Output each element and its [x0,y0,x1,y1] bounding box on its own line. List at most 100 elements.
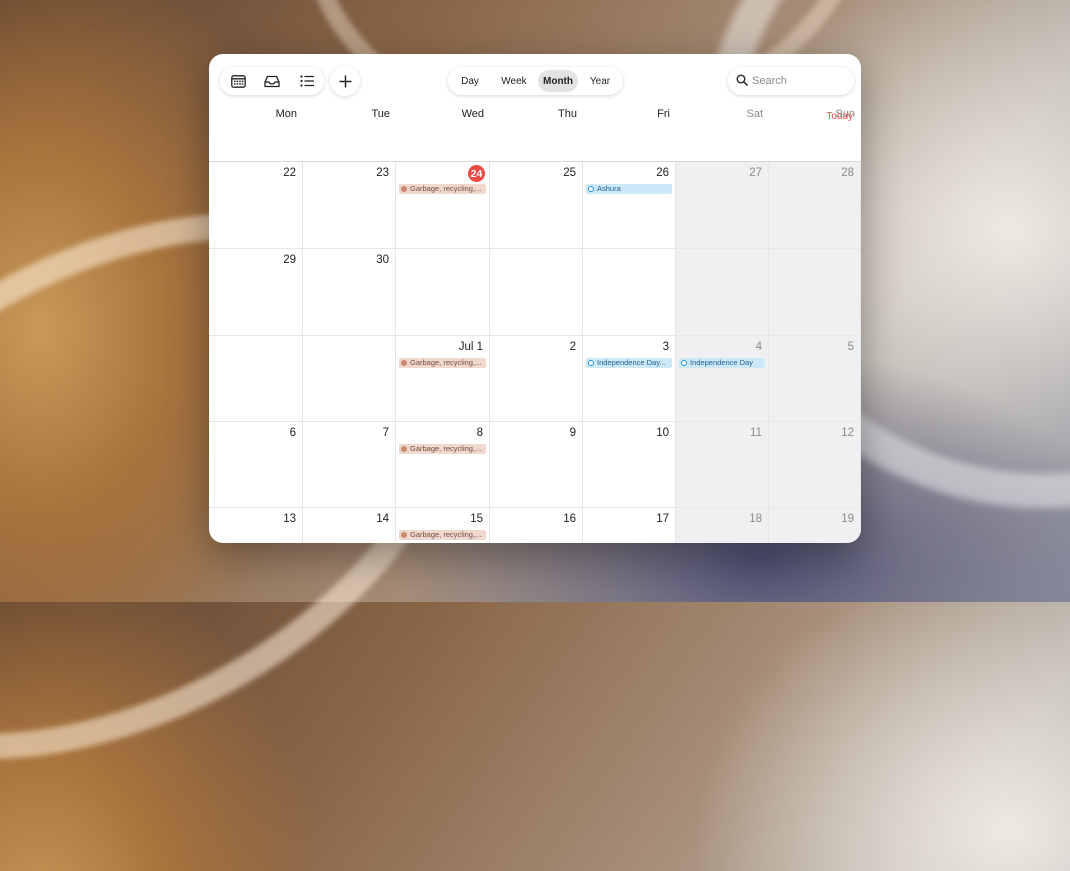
day-cell[interactable]: 7 [303,422,396,508]
calendar-icon [230,75,246,88]
day-cell[interactable]: 17 [583,508,676,543]
date-number: 10 [656,427,669,439]
event-title: Garbage, recycling,... [410,444,482,453]
search-placeholder: Search [752,75,787,87]
day-cell[interactable] [490,249,583,336]
day-cell[interactable]: 15 Garbage, recycling,... [396,508,490,543]
date-number: 9 [569,427,576,439]
day-cell[interactable]: 3 Independence Day... [583,336,676,422]
day-cell[interactable]: 4 Independence Day [676,336,769,422]
calendar-window: Day Week Month Year Search Today Mon Tue W… [209,54,861,543]
holiday-calendar-icon [681,360,687,366]
event-garbage[interactable]: Garbage, recycling,... [399,184,486,194]
toolbar: Day Week Month Year Search [209,54,861,106]
event-title: Garbage, recycling,... [410,530,482,539]
date-number: 28 [841,167,854,179]
weekday-label: Sun [835,108,855,120]
day-cell[interactable]: 13 [209,508,303,543]
day-cell[interactable] [769,249,861,336]
event-holiday[interactable]: Ashura [586,184,672,194]
date-number: 2 [569,341,576,353]
date-number: 16 [563,513,576,525]
day-cell[interactable]: 5 [769,336,861,422]
view-week-tab[interactable]: Week [494,70,534,92]
date-number: 11 [750,427,762,439]
day-cell[interactable] [396,249,490,336]
day-cell[interactable]: 24 Garbage, recycling,... [396,162,490,249]
date-number: 12 [841,427,854,439]
day-cell[interactable] [583,249,676,336]
day-cell[interactable] [676,249,769,336]
view-day-tab[interactable]: Day [452,70,488,92]
inbox-icon [264,75,280,87]
event-holiday[interactable]: Independence Day [679,358,765,368]
day-cell[interactable]: 30 [303,249,396,336]
day-cell[interactable]: 26 Ashura [583,162,676,249]
day-cell[interactable]: 29 [209,249,303,336]
date-number: 4 [755,341,762,353]
today-date-number: 24 [468,165,485,182]
plus-icon [339,75,351,87]
date-number: 17 [656,513,669,525]
day-cell[interactable]: 18 [676,508,769,543]
view-year-tab[interactable]: Year [582,70,618,92]
calendar-list-button[interactable] [221,67,255,95]
day-cell[interactable]: 16 [490,508,583,543]
search-field[interactable]: Search [728,67,854,95]
event-title: Independence Day... [597,358,666,367]
list-icon [299,75,314,87]
day-cell[interactable]: 8 Garbage, recycling,... [396,422,490,508]
date-number: 5 [847,341,854,353]
date-number: 19 [841,513,854,525]
day-cell[interactable]: 23 [303,162,396,249]
holiday-calendar-icon [588,186,594,192]
date-number: 22 [283,167,296,179]
day-cell[interactable]: 14 [303,508,396,543]
view-month-tab[interactable]: Month [538,70,578,92]
list-view-button[interactable] [290,67,324,95]
event-garbage[interactable]: Garbage, recycling,... [399,444,486,454]
date-number: 25 [563,167,576,179]
day-cell[interactable]: 6 [209,422,303,508]
event-holiday[interactable]: Independence Day... [586,358,672,368]
day-cell[interactable]: 22 [209,162,303,249]
day-cell[interactable] [303,336,396,422]
date-number: 3 [662,341,669,353]
event-emoji-icon [401,360,407,366]
holiday-calendar-icon [588,360,594,366]
day-cell[interactable]: 9 [490,422,583,508]
day-cell[interactable]: 19 [769,508,861,543]
event-garbage[interactable]: Garbage, recycling,... [399,530,486,540]
day-cell[interactable]: 11 [676,422,769,508]
add-event-button[interactable] [330,66,360,96]
weekday-label: Fri [657,108,670,120]
event-garbage[interactable]: Garbage, recycling,... [399,358,486,368]
day-cell[interactable]: 10 [583,422,676,508]
weekday-label: Thu [558,108,577,120]
date-number: 8 [476,427,483,439]
day-cell[interactable]: 25 [490,162,583,249]
event-emoji-icon [401,532,407,538]
date-number: 7 [382,427,389,439]
view-switcher: Day Week Month Year [448,67,623,95]
date-number: 30 [376,254,389,266]
weekday-label: Mon [275,108,297,120]
day-cell[interactable] [209,336,303,422]
month-grid: 22 23 24 Garbage, recycling,... 25 26 Ashura 27… [209,162,861,543]
weekday-label: Sat [746,108,763,120]
date-number: 23 [376,167,389,179]
day-cell[interactable]: 12 [769,422,861,508]
date-number: 6 [289,427,296,439]
day-cell[interactable]: Jul 1 Garbage, recycling,... [396,336,490,422]
inbox-button[interactable] [255,67,289,95]
day-cell[interactable]: 28 [769,162,861,249]
day-cell[interactable]: 2 [490,336,583,422]
event-title: Independence Day [690,358,753,367]
date-number: 29 [283,254,296,266]
event-emoji-icon [401,446,407,452]
date-number: 14 [376,513,389,525]
date-number: 26 [656,167,669,179]
sidebar-toggle-group [220,67,324,95]
event-title: Ashura [597,184,621,193]
day-cell[interactable]: 27 [676,162,769,249]
